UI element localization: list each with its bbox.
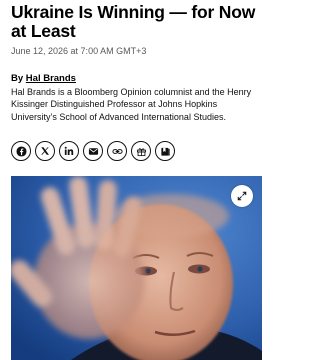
expand-icon	[237, 191, 247, 201]
gift-icon	[136, 147, 146, 156]
share-facebook-button[interactable]	[11, 141, 31, 161]
share-email-button[interactable]	[83, 141, 103, 161]
gift-article-button[interactable]	[131, 141, 151, 161]
expand-image-button[interactable]	[231, 185, 253, 207]
article: Ukraine Is Winning — for Now at Least Ju…	[0, 0, 275, 360]
author-bio: Hal Brands is a Bloomberg Opinion column…	[11, 87, 252, 122]
email-icon	[88, 147, 98, 155]
byline: By Hal Brands	[11, 73, 76, 85]
author-link[interactable]: Hal Brands	[26, 73, 76, 84]
share-linkedin-button[interactable]	[59, 141, 79, 161]
share-x-button[interactable]	[35, 141, 55, 161]
save-bookmark-button[interactable]	[155, 141, 175, 161]
copy-link-button[interactable]	[107, 141, 127, 161]
linkedin-icon	[64, 146, 74, 155]
dateline: June 12, 2026 at 7:00 AM GMT+3	[11, 46, 147, 56]
bookmark-icon	[160, 147, 170, 156]
x-icon	[41, 147, 49, 155]
link-icon	[111, 148, 123, 154]
portrait-photo	[11, 176, 262, 360]
share-toolbar	[11, 141, 175, 162]
facebook-icon	[15, 145, 27, 157]
headline: Ukraine Is Winning — for Now at Least	[11, 2, 256, 41]
byline-prefix: By	[11, 73, 26, 84]
hero-image	[11, 176, 262, 360]
